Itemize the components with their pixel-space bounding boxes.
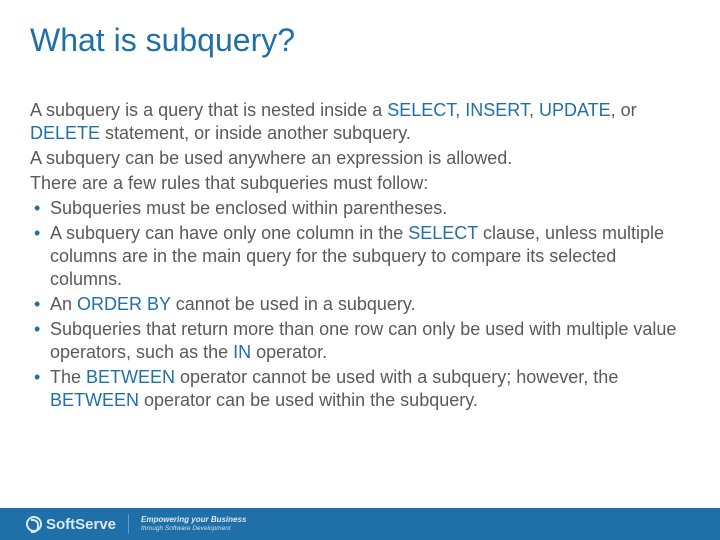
list-item: Subqueries that return more than one row… [30, 318, 690, 364]
list-item: An ORDER BY cannot be used in a subquery… [30, 293, 690, 316]
brand-logo: SoftServe [26, 516, 116, 533]
text: operator cannot be used with a subquery;… [175, 367, 618, 387]
footer-tagline: Empowering your Business through Softwar… [141, 516, 246, 532]
keyword-update: UPDATE [539, 100, 611, 120]
text: statement, or inside another subquery. [100, 123, 411, 143]
text: An [50, 294, 77, 314]
footer-divider [128, 514, 129, 534]
text: The [50, 367, 86, 387]
text: operator can be used within the subquery… [139, 390, 478, 410]
slide-title: What is subquery? [30, 22, 690, 59]
paragraph-1: A subquery is a query that is nested ins… [30, 99, 690, 145]
text: Subqueries that return more than one row… [50, 319, 676, 362]
rules-list: Subqueries must be enclosed within paren… [30, 197, 690, 412]
list-item: The BETWEEN operator cannot be used with… [30, 366, 690, 412]
keyword-select: SELECT [408, 223, 478, 243]
text: A subquery is a query that is nested ins… [30, 100, 387, 120]
footer-bar: SoftServe Empowering your Business throu… [0, 508, 720, 540]
slide: What is subquery? A subquery is a query … [0, 0, 720, 412]
list-item: A subquery can have only one column in t… [30, 222, 690, 291]
text: cannot be used in a subquery. [171, 294, 416, 314]
keyword-orderby: ORDER BY [77, 294, 171, 314]
logo-icon [26, 516, 42, 532]
keyword-select: SELECT [387, 100, 455, 120]
keyword-between: BETWEEN [50, 390, 139, 410]
keyword-delete: DELETE [30, 123, 100, 143]
text: , or [611, 100, 637, 120]
text: A subquery can have only one column in t… [50, 223, 408, 243]
text: operator. [251, 342, 327, 362]
keyword-insert: INSERT [465, 100, 529, 120]
text: Subqueries must be enclosed within paren… [50, 198, 447, 218]
brand-name: SoftServe [46, 516, 116, 533]
text: , [529, 100, 539, 120]
slide-body: A subquery is a query that is nested ins… [30, 99, 690, 412]
list-item: Subqueries must be enclosed within paren… [30, 197, 690, 220]
text: , [455, 100, 465, 120]
paragraph-3: There are a few rules that subqueries mu… [30, 172, 690, 195]
tagline-line-2: through Software Development [141, 525, 246, 532]
keyword-between: BETWEEN [86, 367, 175, 387]
keyword-in: IN [233, 342, 251, 362]
paragraph-2: A subquery can be used anywhere an expre… [30, 147, 690, 170]
tagline-line-1: Empowering your Business [141, 516, 246, 525]
